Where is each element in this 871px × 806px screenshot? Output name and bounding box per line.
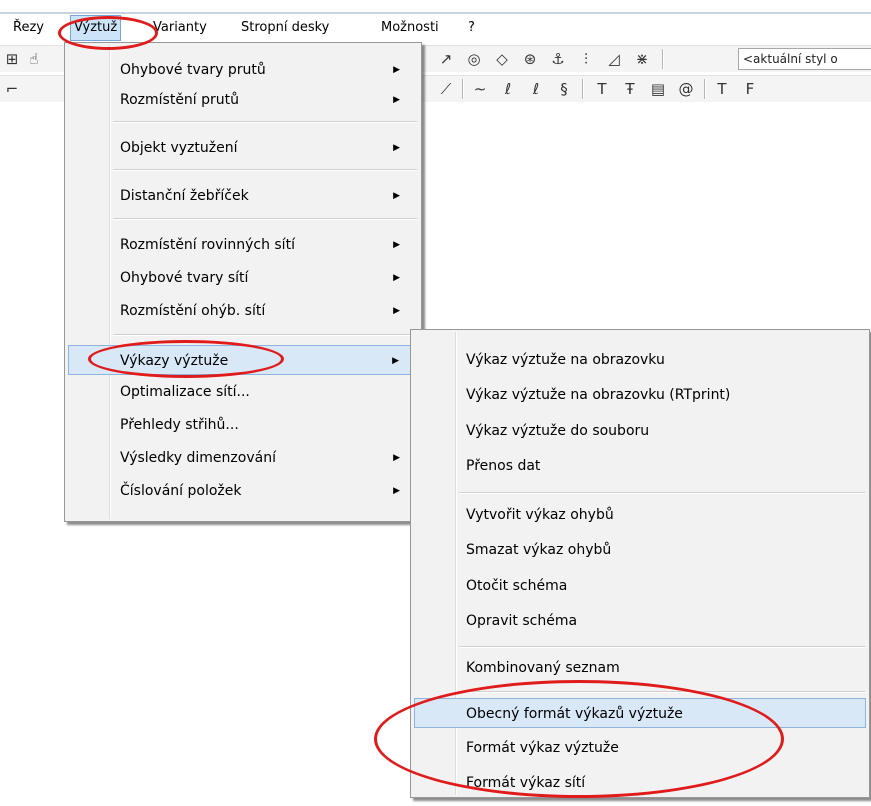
menu-item-label: Rozmístění rovinných sítí	[120, 237, 295, 253]
menu-item-label: Otočit schéma	[466, 578, 568, 594]
rebar-tool-icon[interactable]: ⫶	[576, 49, 596, 69]
toolbar-separator	[704, 79, 706, 99]
submenu-arrow-icon: ▶	[393, 306, 400, 316]
window-top-edge	[0, 0, 871, 14]
menu-item-label: Kombinovaný seznam	[466, 660, 620, 676]
toolbar-separator	[662, 49, 664, 69]
menu-item-label: Výkaz výztuže do souboru	[466, 423, 650, 439]
menu-item-otocit-schema[interactable]: Otočit schéma	[414, 571, 866, 601]
circle-tool-icon[interactable]: ◎	[464, 49, 484, 69]
menu-item-label: Opravit schéma	[466, 613, 578, 629]
menu-item-label: Výkaz výztuže na obrazovku (RTprint)	[466, 387, 731, 403]
menu-moznosti[interactable]: Možnosti	[378, 14, 442, 42]
submenu-arrow-icon: ▶	[393, 453, 400, 463]
submenu-arrow-icon: ▶	[393, 273, 400, 283]
folder-text-icon[interactable]: ▤	[648, 79, 668, 99]
wave-tool-icon[interactable]: ∼	[470, 79, 490, 99]
hook-tool-icon[interactable]: ℓ	[498, 79, 518, 99]
shape-tool-icon[interactable]: ◇	[492, 49, 512, 69]
menu-item-ohybove-tvary-prutu[interactable]: Ohybové tvary prutů ▶	[68, 55, 418, 85]
menu-item-distancni-zebricek[interactable]: Distanční žebříček ▶	[68, 181, 418, 211]
menu-separator	[459, 646, 865, 648]
menu-item-label: Přenos dat	[466, 458, 541, 474]
menu-separator	[113, 218, 417, 220]
menu-separator	[113, 334, 417, 336]
menu-item-label: Výsledky dimenzování	[120, 450, 276, 466]
menu-item-kombinovany-seznam[interactable]: Kombinovaný seznam	[414, 653, 866, 683]
menu-item-prehledy-strihu[interactable]: Přehledy střihů...	[68, 410, 418, 440]
menu-item-label: Optimalizace sítí...	[120, 384, 250, 400]
menu-item-label: Objekt vyztužení	[120, 140, 238, 156]
text-edit-icon[interactable]: T	[712, 79, 732, 99]
vyztuz-dropdown-menu: Ohybové tvary prutů ▶ Rozmístění prutů ▶…	[64, 42, 422, 522]
menu-item-rozmisteni-ohyb-siti[interactable]: Rozmístění ohýb. sítí ▶	[68, 296, 418, 326]
style-select[interactable]: <aktuální styl o	[738, 48, 871, 70]
menu-item-cislovani-polozek[interactable]: Číslování položek ▶	[68, 476, 418, 506]
anchor-tool-icon[interactable]: ⚓	[548, 49, 568, 69]
menu-item-ohybove-tvary-siti[interactable]: Ohybové tvary sítí ▶	[68, 263, 418, 293]
menu-rezy[interactable]: Řezy	[10, 14, 47, 42]
submenu-arrow-icon: ▶	[393, 191, 400, 201]
annotation-ring-vykazy	[88, 340, 284, 378]
menu-item-smazat-vykaz-ohybu[interactable]: Smazat výkaz ohybů	[414, 535, 866, 565]
menu-separator	[113, 121, 417, 123]
menu-item-optimalizace-siti[interactable]: Optimalizace sítí...	[68, 377, 418, 407]
menu-item-label: Smazat výkaz ohybů	[466, 542, 612, 558]
menu-item-label: Výkaz výztuže na obrazovku	[466, 352, 665, 368]
menu-item-label: Přehledy střihů...	[120, 417, 239, 433]
menu-item-objekt-vyztuzeni[interactable]: Objekt vyztužení ▶	[68, 133, 418, 163]
menu-item-label: Ohybové tvary sítí	[120, 270, 249, 286]
menu-item-vytvorit-vykaz-ohybu[interactable]: Vytvořit výkaz ohybů	[414, 500, 866, 530]
annotation-ring-vyztuz	[58, 16, 158, 50]
toolbar-separator	[462, 79, 464, 99]
rotate-tool-icon[interactable]: ⊛	[520, 49, 540, 69]
menu-item-label: Rozmístění ohýb. sítí	[120, 303, 266, 319]
menu-item-prenos-dat[interactable]: Přenos dat	[414, 451, 866, 481]
submenu-arrow-icon: ▶	[393, 240, 400, 250]
slope-tool-icon[interactable]: ⟋	[436, 79, 456, 99]
submenu-arrow-icon: ▶	[393, 486, 400, 496]
menu-item-label: Číslování položek	[120, 483, 242, 499]
menu-item-vykaz-do-souboru[interactable]: Výkaz výztuže do souboru	[414, 416, 866, 446]
polyline-icon[interactable]: ⌐	[2, 79, 22, 99]
spiral-tool-icon[interactable]: §	[554, 79, 574, 99]
menu-item-label: Vytvořit výkaz ohybů	[466, 507, 614, 523]
at-icon[interactable]: @	[676, 79, 696, 99]
toolbar-separator	[582, 79, 584, 99]
menu-item-label: Rozmístění prutů	[120, 92, 240, 108]
submenu-arrow-icon: ▶	[393, 95, 400, 105]
hand-icon[interactable]: ☝	[24, 49, 44, 69]
menu-item-label: Distanční žebříček	[120, 188, 249, 204]
angle-tool-icon[interactable]: ◿	[604, 49, 624, 69]
text-vertical-icon[interactable]: Ŧ	[620, 79, 640, 99]
submenu-arrow-icon: ▶	[393, 65, 400, 75]
menu-varianty[interactable]: Varianty	[150, 14, 210, 42]
menu-item-rozmisteni-prutu[interactable]: Rozmístění prutů ▶	[68, 85, 418, 115]
menu-help[interactable]: ?	[465, 14, 478, 42]
expand-icon[interactable]: ⊞	[2, 49, 22, 69]
menu-separator	[459, 492, 865, 494]
text-tool-icon[interactable]: T	[592, 79, 612, 99]
pattern-tool-icon[interactable]: ⋇	[632, 49, 652, 69]
submenu-arrow-icon: ▶	[392, 356, 399, 366]
menu-separator	[113, 169, 417, 171]
menu-item-opravit-schema[interactable]: Opravit schéma	[414, 606, 866, 636]
hook-alt-tool-icon[interactable]: ℓ	[526, 79, 546, 99]
font-tool-icon[interactable]: F	[740, 79, 760, 99]
menu-item-vysledky-dimenzovani[interactable]: Výsledky dimenzování ▶	[68, 443, 418, 473]
submenu-arrow-icon: ▶	[393, 143, 400, 153]
menu-item-label: Ohybové tvary prutů	[120, 62, 266, 78]
arc-tool-icon[interactable]: ↗	[436, 49, 456, 69]
menu-stropni-desky[interactable]: Stropní desky	[238, 14, 332, 42]
annotation-ring-formaty	[374, 680, 784, 798]
menu-item-vykaz-na-obrazovku-rtprint[interactable]: Výkaz výztuže na obrazovku (RTprint)	[414, 380, 866, 410]
menu-item-rozmisteni-rovinnych-siti[interactable]: Rozmístění rovinných sítí ▶	[68, 230, 418, 260]
menu-item-vykaz-na-obrazovku[interactable]: Výkaz výztuže na obrazovku	[414, 345, 866, 375]
